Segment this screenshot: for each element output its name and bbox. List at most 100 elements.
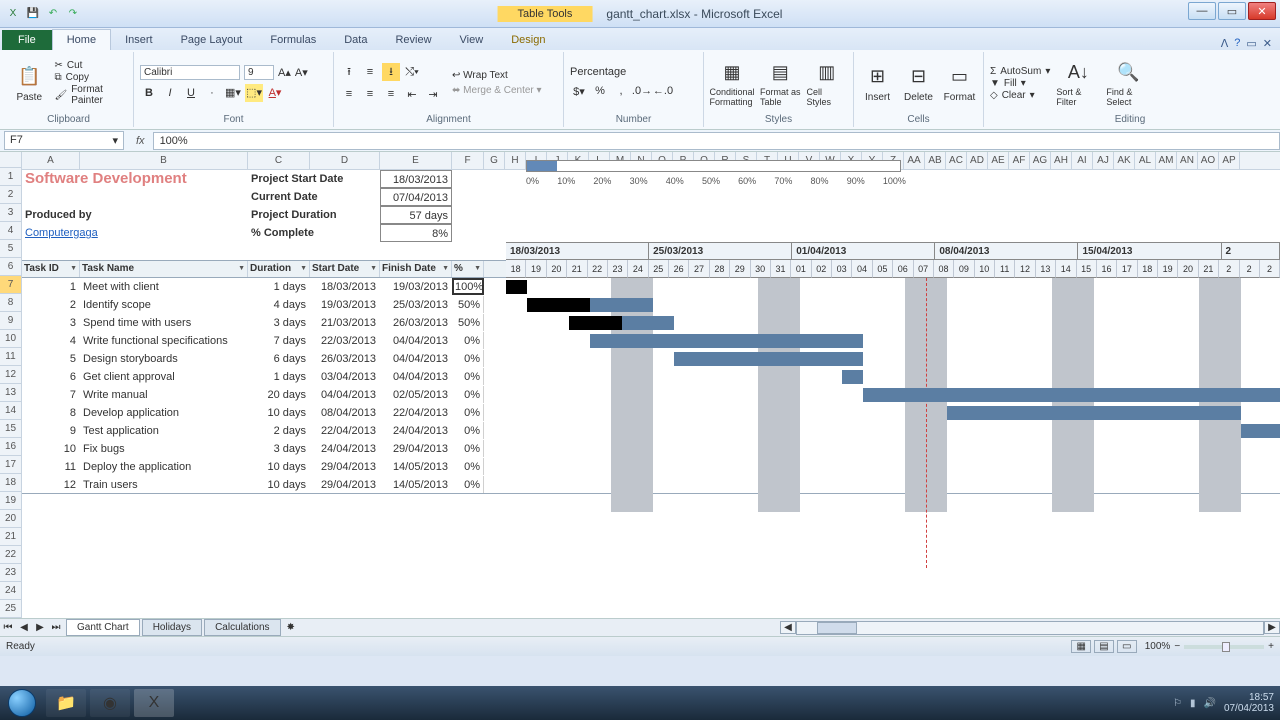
view-pagebreak-icon[interactable]: ▭	[1117, 640, 1137, 653]
italic-button[interactable]: I	[161, 84, 179, 102]
clear-button[interactable]: ◇ Clear ▾	[990, 90, 1050, 101]
tab-insert[interactable]: Insert	[111, 30, 167, 50]
format-as-table-button[interactable]: ▤Format as Table	[760, 59, 801, 107]
undo-icon[interactable]: ↶	[44, 5, 62, 23]
taskbar-explorer-icon[interactable]: 📁	[46, 689, 86, 717]
tab-file[interactable]: File	[2, 30, 52, 50]
tab-nav-next-icon[interactable]: ▶	[32, 622, 48, 633]
number-group-label: Number	[570, 112, 697, 125]
comma-format-icon[interactable]: ,	[612, 82, 630, 100]
fx-icon[interactable]: fx	[128, 135, 153, 147]
sheet-tab-calculations[interactable]: Calculations	[204, 619, 280, 636]
accounting-format-icon[interactable]: $▾	[570, 82, 588, 100]
font-name-select[interactable]: Calibri	[140, 65, 240, 80]
redo-icon[interactable]: ↷	[64, 5, 82, 23]
excel-icon[interactable]: X	[4, 5, 22, 23]
tray-network-icon[interactable]: ▮	[1190, 698, 1196, 709]
zoom-out-icon[interactable]: −	[1174, 641, 1180, 652]
cut-button[interactable]: ✂ Cut	[55, 60, 128, 71]
align-bottom-icon[interactable]: ⭳	[382, 63, 400, 81]
number-format-select[interactable]: Percentage	[570, 66, 690, 78]
tab-home[interactable]: Home	[52, 29, 111, 50]
tab-view[interactable]: View	[446, 30, 498, 50]
select-all-corner[interactable]	[0, 152, 22, 168]
autosum-button[interactable]: Σ AutoSum ▾	[990, 66, 1050, 77]
view-layout-icon[interactable]: ▤	[1094, 640, 1114, 653]
zoom-slider[interactable]	[1184, 645, 1264, 649]
format-cells-button[interactable]: ▭Format	[942, 64, 977, 103]
alignment-group-label: Alignment	[340, 112, 557, 125]
taskbar-chrome-icon[interactable]: ◉	[90, 689, 130, 717]
window-close2-icon[interactable]: ✕	[1263, 37, 1272, 50]
titlebar: X 💾 ↶ ↷ Table Tools gantt_chart.xlsx - M…	[0, 0, 1280, 28]
wrap-text-button[interactable]: ↩ Wrap Text	[452, 70, 542, 81]
font-size-select[interactable]: 9	[244, 65, 274, 80]
align-top-icon[interactable]: ⭱	[340, 63, 358, 81]
fill-color-button[interactable]: ⬚▾	[245, 84, 263, 102]
tab-design[interactable]: Design	[497, 30, 559, 50]
paste-button[interactable]: 📋Paste	[10, 64, 49, 103]
styles-group-label: Styles	[710, 112, 847, 125]
tab-formulas[interactable]: Formulas	[256, 30, 330, 50]
help-icon[interactable]: ?	[1234, 37, 1240, 50]
shrink-font-icon[interactable]: A▾	[295, 66, 308, 79]
quick-access: X 💾 ↶ ↷	[0, 5, 82, 23]
tab-nav-first-icon[interactable]: ⏮	[0, 622, 16, 633]
decrease-decimal-icon[interactable]: ←.0	[654, 82, 672, 100]
format-painter-button[interactable]: 🖌 Format Painter	[55, 84, 128, 106]
font-color-button[interactable]: A▾	[266, 84, 284, 102]
tray-clock[interactable]: 18:5707/04/2013	[1224, 692, 1274, 714]
row-headers[interactable]: 1234567891011121314151617181920212223242…	[0, 168, 22, 618]
new-sheet-icon[interactable]: ✸	[287, 622, 295, 633]
align-center-icon[interactable]: ≡	[361, 85, 379, 103]
insert-cells-button[interactable]: ⊞Insert	[860, 64, 895, 103]
ribbon-tabs: File Home Insert Page Layout Formulas Da…	[0, 28, 1280, 50]
conditional-formatting-button[interactable]: ▦Conditional Formatting	[710, 59, 754, 107]
ribbon: 📋Paste ✂ Cut ⧉ Copy 🖌 Format Painter Cli…	[0, 50, 1280, 130]
underline-button[interactable]: U	[182, 84, 200, 102]
indent-inc-icon[interactable]: ⇥	[424, 85, 442, 103]
view-normal-icon[interactable]: ▦	[1071, 640, 1091, 653]
name-box[interactable]: F7▾	[4, 131, 124, 150]
increase-decimal-icon[interactable]: .0→	[633, 82, 651, 100]
start-button[interactable]	[0, 686, 44, 720]
window-restore-icon[interactable]: ▭	[1246, 37, 1256, 50]
find-select-button[interactable]: 🔍Find & Select	[1106, 59, 1150, 107]
minimize-button[interactable]: —	[1188, 2, 1216, 20]
maximize-button[interactable]: ▭	[1218, 2, 1246, 20]
horizontal-scrollbar[interactable]: ◀▶	[780, 621, 1280, 635]
save-icon[interactable]: 💾	[24, 5, 42, 23]
fill-button[interactable]: ▼ Fill ▾	[990, 78, 1050, 89]
indent-dec-icon[interactable]: ⇤	[403, 85, 421, 103]
zoom-level[interactable]: 100%	[1145, 641, 1171, 652]
tray-flag-icon[interactable]: ⚐	[1173, 698, 1182, 709]
sort-filter-button[interactable]: A↓Sort & Filter	[1056, 59, 1100, 107]
tab-pagelayout[interactable]: Page Layout	[167, 30, 257, 50]
worksheet-grid[interactable]: 1234567891011121314151617181920212223242…	[0, 152, 1280, 618]
formula-input[interactable]: 100%	[153, 132, 1280, 150]
sheet-tab-gantt[interactable]: Gantt Chart	[66, 619, 140, 636]
border-button[interactable]: ▦▾	[224, 84, 242, 102]
zoom-in-icon[interactable]: +	[1268, 641, 1274, 652]
tab-review[interactable]: Review	[381, 30, 445, 50]
cell-styles-button[interactable]: ▥Cell Styles	[807, 59, 848, 107]
cells-group-label: Cells	[860, 112, 977, 125]
tab-nav-last-icon[interactable]: ⏭	[48, 622, 64, 633]
minimize-ribbon-icon[interactable]: ᐱ	[1221, 37, 1229, 50]
tray-sound-icon[interactable]: 🔊	[1203, 698, 1215, 709]
align-middle-icon[interactable]: ≡	[361, 63, 379, 81]
taskbar-excel-icon[interactable]: X	[134, 689, 174, 717]
close-button[interactable]: ✕	[1248, 2, 1276, 20]
tab-nav-prev-icon[interactable]: ◀	[16, 622, 32, 633]
delete-cells-button[interactable]: ⊟Delete	[901, 64, 936, 103]
orientation-icon[interactable]: ⤭▾	[403, 63, 421, 81]
align-left-icon[interactable]: ≡	[340, 85, 358, 103]
merge-center-button[interactable]: ⬌ Merge & Center ▾	[452, 85, 542, 96]
bold-button[interactable]: B	[140, 84, 158, 102]
percent-format-icon[interactable]: %	[591, 82, 609, 100]
tab-data[interactable]: Data	[330, 30, 381, 50]
align-right-icon[interactable]: ≡	[382, 85, 400, 103]
copy-button[interactable]: ⧉ Copy	[55, 72, 128, 83]
grow-font-icon[interactable]: A▴	[278, 66, 291, 79]
sheet-tab-holidays[interactable]: Holidays	[142, 619, 202, 636]
